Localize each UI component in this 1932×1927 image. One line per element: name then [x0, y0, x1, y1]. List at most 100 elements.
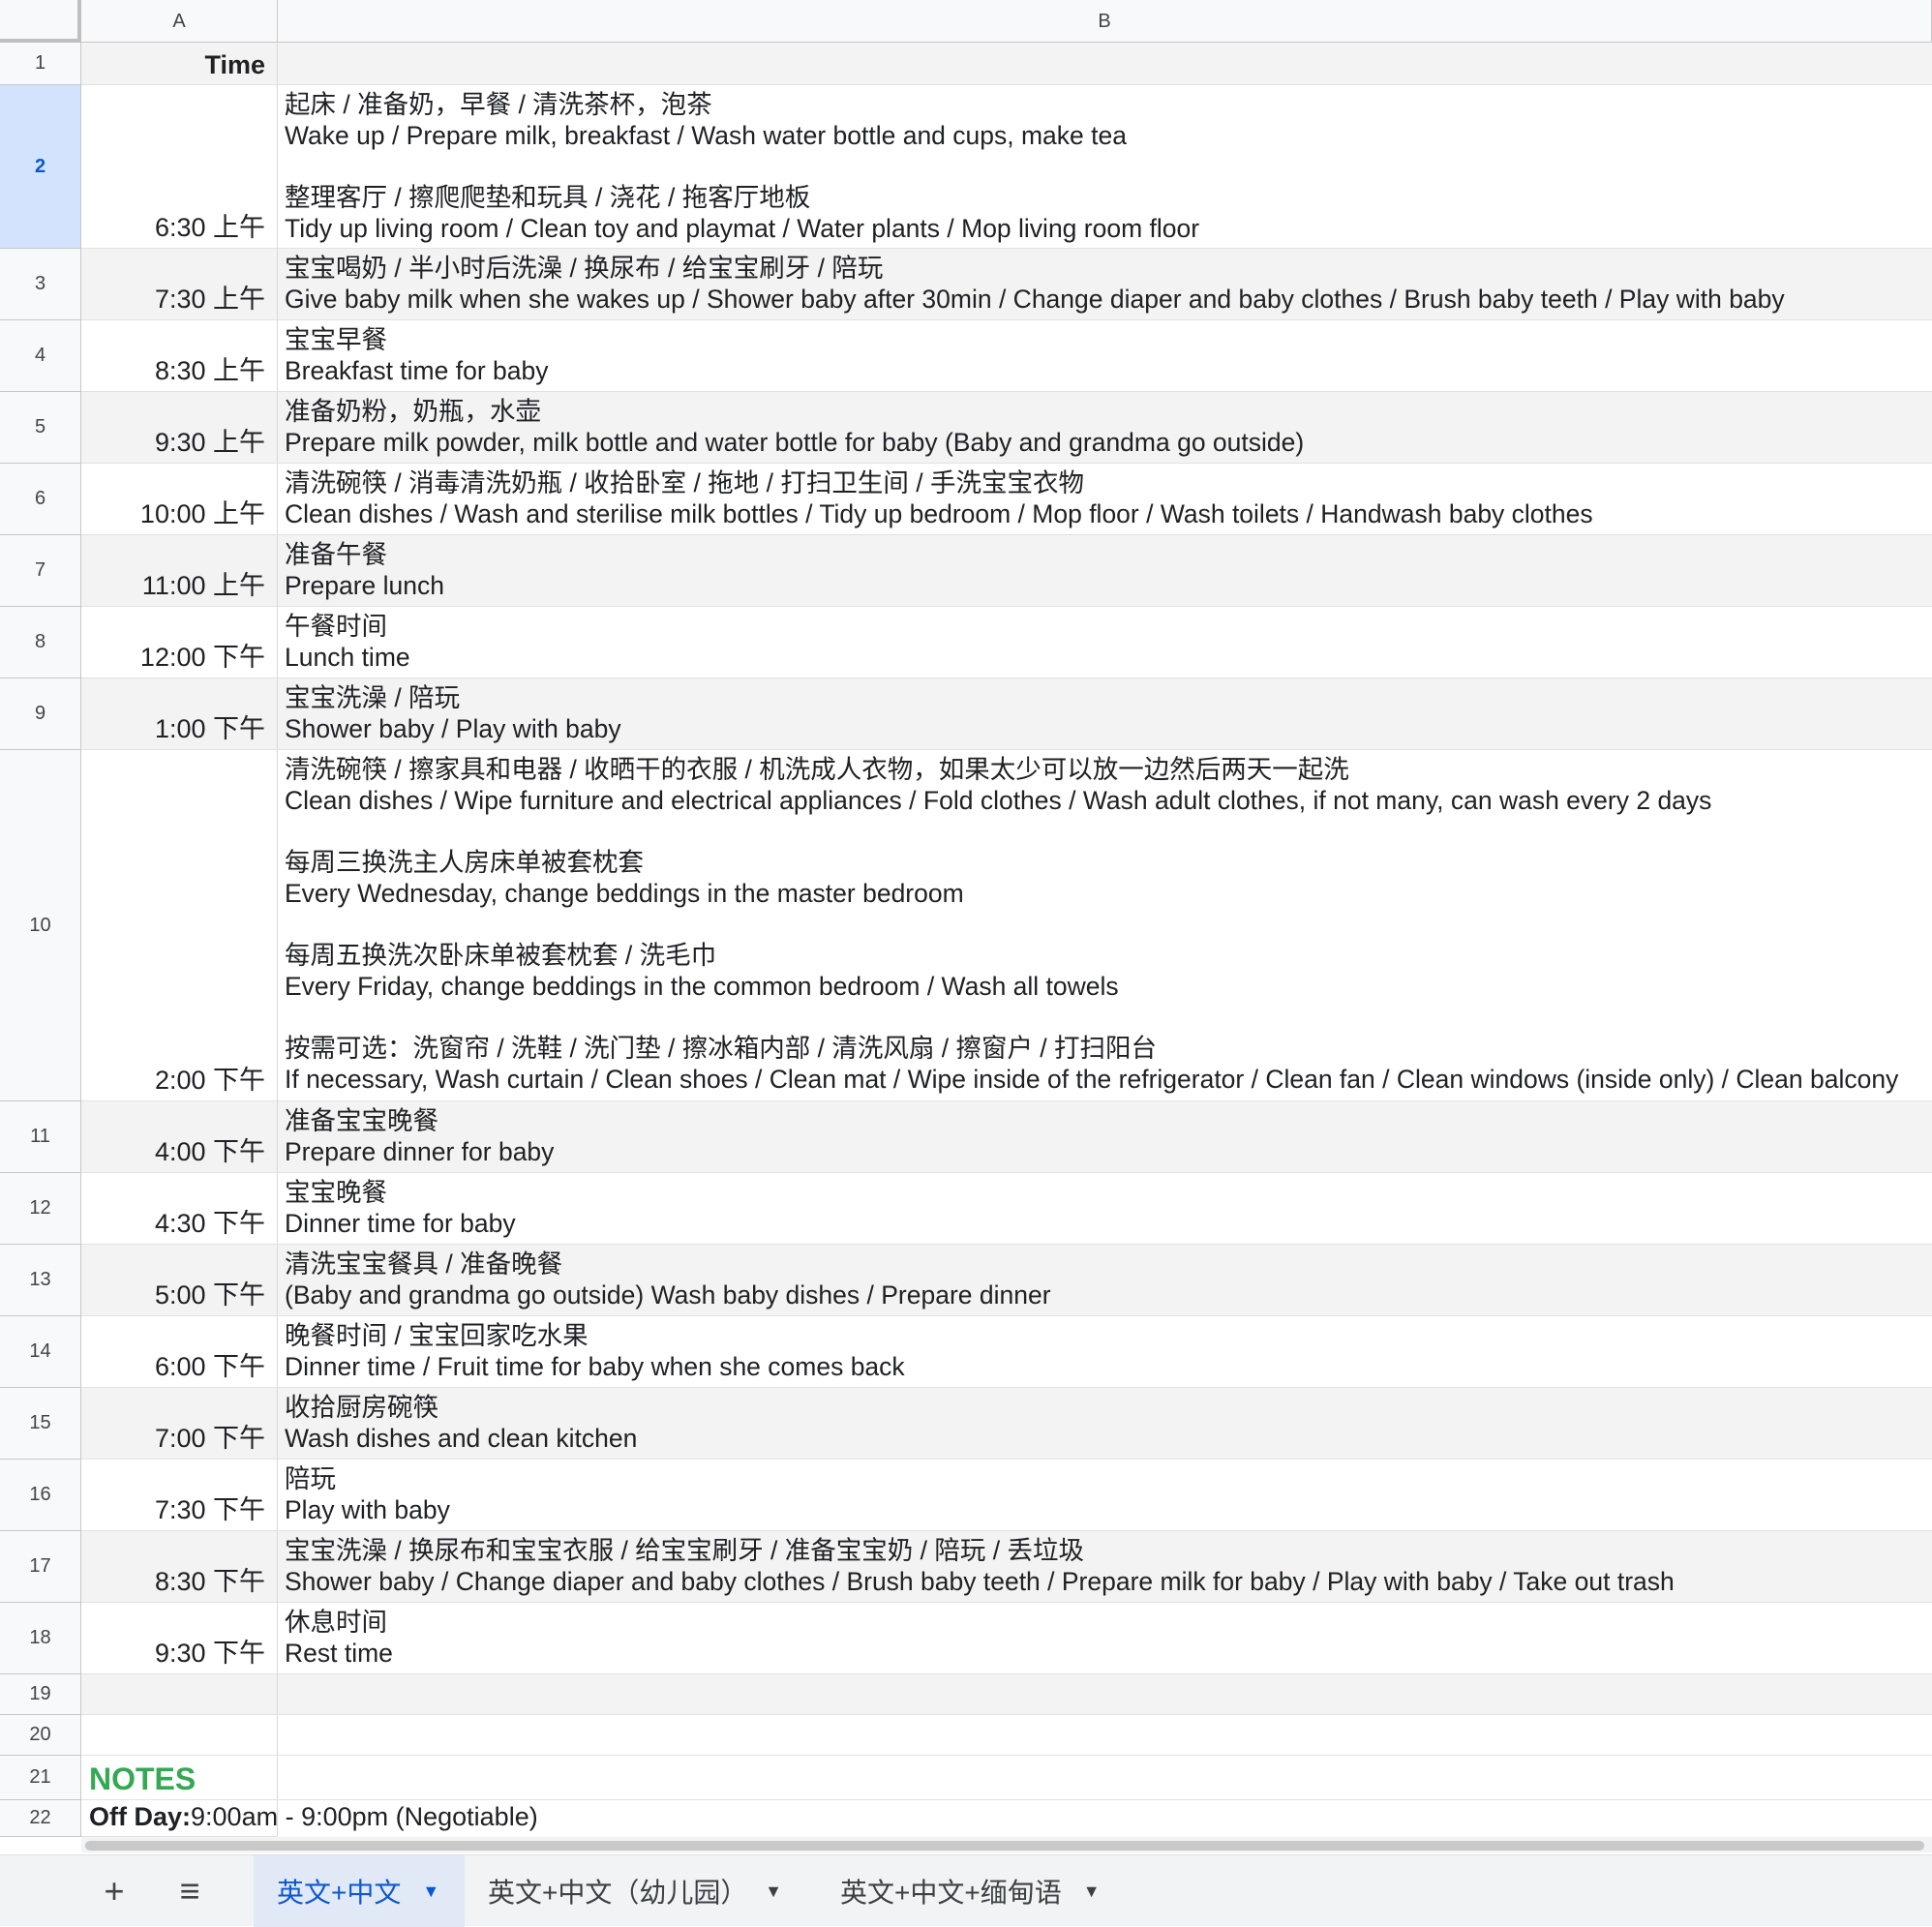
time-cell[interactable]: [81, 1715, 278, 1756]
task-cell[interactable]: 陪玩 Play with baby: [278, 1460, 1932, 1531]
row-header[interactable]: 15: [0, 1388, 81, 1460]
sheet-tab-1[interactable]: 英文+中文 ▼: [254, 1855, 465, 1927]
row-header[interactable]: 4: [0, 320, 81, 392]
row-header[interactable]: 19: [0, 1674, 81, 1715]
column-header-a[interactable]: A: [81, 0, 278, 43]
task-cell[interactable]: 清洗宝宝餐具 / 准备晚餐 (Baby and grandma go outsi…: [278, 1245, 1932, 1316]
task-cell[interactable]: 准备午餐 Prepare lunch: [278, 535, 1932, 607]
time-cell[interactable]: 4:00 下午: [81, 1101, 278, 1173]
column-header-b[interactable]: B: [278, 0, 1932, 43]
table-row: 2 6:30 上午 起床 / 准备奶，早餐 / 清洗茶杯，泡茶 Wake up / …: [0, 85, 1932, 249]
time-cell[interactable]: 8:30 上午: [81, 320, 278, 392]
row-header[interactable]: 17: [0, 1531, 81, 1603]
row-header[interactable]: 8: [0, 607, 81, 678]
notes-row: 21 NOTES: [0, 1756, 1932, 1800]
task-cell[interactable]: 宝宝洗澡 / 换尿布和宝宝衣服 / 给宝宝刷牙 / 准备宝宝奶 / 陪玩 / 丢…: [278, 1531, 1932, 1603]
task-cell[interactable]: [278, 1756, 1932, 1800]
task-cell[interactable]: 清洗碗筷 / 擦家具和电器 / 收晒干的衣服 / 机洗成人衣物，如果太少可以放一…: [278, 750, 1932, 1101]
table-row: 4 8:30 上午 宝宝早餐 Breakfast time for baby: [0, 320, 1932, 392]
time-cell[interactable]: 1:00 下午: [81, 678, 278, 750]
row-header[interactable]: 2: [0, 85, 81, 249]
time-cell[interactable]: [81, 1674, 278, 1715]
offday-label: Off Day:: [89, 1802, 192, 1831]
table-row: 3 7:30 上午 宝宝喝奶 / 半小时后洗澡 / 换尿布 / 给宝宝刷牙 / 陪玩…: [0, 249, 1932, 320]
task-cell[interactable]: 晚餐时间 / 宝宝回家吃水果 Dinner time / Fruit time …: [278, 1316, 1932, 1388]
row-header[interactable]: 20: [0, 1715, 81, 1756]
table-row: 20: [0, 1715, 1932, 1756]
add-sheet-button[interactable]: +: [83, 1855, 145, 1927]
time-cell[interactable]: 4:30 下午: [81, 1173, 278, 1245]
table-row: 8 12:00 下午 午餐时间 Lunch time: [0, 607, 1932, 678]
row-header[interactable]: 14: [0, 1316, 81, 1388]
offday-row: 22 Off Day: 9:00am - 9:00pm (Negotiable): [0, 1800, 1932, 1837]
row-header[interactable]: 3: [0, 249, 81, 320]
table-row: 16 7:30 下午 陪玩 Play with baby: [0, 1460, 1932, 1531]
row-header[interactable]: 21: [0, 1756, 81, 1800]
table-row: 13 5:00 下午 清洗宝宝餐具 / 准备晚餐 (Baby and grandma…: [0, 1245, 1932, 1316]
task-cell[interactable]: 准备奶粉，奶瓶，水壶 Prepare milk powder, milk bot…: [278, 392, 1932, 464]
table-row: 19: [0, 1674, 1932, 1715]
time-cell[interactable]: 6:00 下午: [81, 1316, 278, 1388]
row-header[interactable]: 9: [0, 678, 81, 750]
time-cell[interactable]: 9:30 下午: [81, 1603, 278, 1674]
time-cell[interactable]: 10:00 上午: [81, 464, 278, 535]
table-row: 10 2:00 下午 清洗碗筷 / 擦家具和电器 / 收晒干的衣服 / 机洗成人衣物…: [0, 750, 1932, 1101]
time-cell[interactable]: 7:00 下午: [81, 1388, 278, 1460]
time-cell[interactable]: 7:30 上午: [81, 249, 278, 320]
table-row: 7 11:00 上午 准备午餐 Prepare lunch: [0, 535, 1932, 607]
time-cell[interactable]: 2:00 下午: [81, 750, 278, 1101]
table-row: 6 10:00 上午 清洗碗筷 / 消毒清洗奶瓶 / 收拾卧室 / 拖地 / 打扫卫…: [0, 464, 1932, 535]
horizontal-scrollbar[interactable]: [81, 1837, 1932, 1852]
task-cell[interactable]: 清洗碗筷 / 消毒清洗奶瓶 / 收拾卧室 / 拖地 / 打扫卫生间 / 手洗宝宝…: [278, 464, 1932, 535]
task-cell[interactable]: 休息时间 Rest time: [278, 1603, 1932, 1674]
offday-cell[interactable]: Off Day: 9:00am - 9:00pm (Negotiable): [81, 1800, 538, 1837]
row-header[interactable]: 12: [0, 1173, 81, 1245]
table-row: 12 4:30 下午 宝宝晚餐 Dinner time for baby: [0, 1173, 1932, 1245]
row-header[interactable]: 7: [0, 535, 81, 607]
scrollbar-thumb[interactable]: [85, 1841, 1924, 1851]
task-cell[interactable]: 起床 / 准备奶，早餐 / 清洗茶杯，泡茶 Wake up / Prepare …: [278, 85, 1932, 249]
time-cell[interactable]: 5:00 下午: [81, 1245, 278, 1316]
sheet-list-icon: ≡: [179, 1871, 200, 1911]
task-cell[interactable]: 午餐时间 Lunch time: [278, 607, 1932, 678]
time-cell[interactable]: 12:00 下午: [81, 607, 278, 678]
row-header[interactable]: 22: [0, 1800, 81, 1837]
sheet-tab-2[interactable]: 英文+中文（幼儿园） ▼: [465, 1855, 805, 1927]
task-cell[interactable]: 准备宝宝晚餐 Prepare dinner for baby: [278, 1101, 1932, 1173]
time-cell[interactable]: 7:30 下午: [81, 1460, 278, 1531]
task-cell[interactable]: [278, 43, 1932, 85]
sheet-tab-3[interactable]: 英文+中文+缅甸语 ▼: [817, 1855, 1127, 1927]
table-row: 17 8:30 下午 宝宝洗澡 / 换尿布和宝宝衣服 / 给宝宝刷牙 / 准备宝宝奶…: [0, 1531, 1932, 1603]
table-row: 9 1:00 下午 宝宝洗澡 / 陪玩 Shower baby / Play wit…: [0, 678, 1932, 750]
task-cell[interactable]: 宝宝晚餐 Dinner time for baby: [278, 1173, 1932, 1245]
task-cell[interactable]: 宝宝洗澡 / 陪玩 Shower baby / Play with baby: [278, 678, 1932, 750]
task-cell[interactable]: 宝宝早餐 Breakfast time for baby: [278, 320, 1932, 392]
task-cell[interactable]: [278, 1715, 1932, 1756]
row-header[interactable]: 13: [0, 1245, 81, 1316]
table-row: 18 9:30 下午 休息时间 Rest time: [0, 1603, 1932, 1674]
chevron-down-icon[interactable]: ▼: [1083, 1882, 1101, 1902]
task-cell[interactable]: 宝宝喝奶 / 半小时后洗澡 / 换尿布 / 给宝宝刷牙 / 陪玩 Give ba…: [278, 249, 1932, 320]
time-cell[interactable]: 11:00 上午: [81, 535, 278, 607]
time-cell[interactable]: Time: [81, 43, 278, 85]
row-header[interactable]: 11: [0, 1101, 81, 1173]
all-sheets-button[interactable]: ≡: [159, 1855, 221, 1927]
select-all-corner[interactable]: [0, 0, 81, 43]
table-row: 1 Time: [0, 43, 1932, 85]
notes-heading[interactable]: NOTES: [81, 1756, 278, 1800]
row-header[interactable]: 18: [0, 1603, 81, 1674]
time-cell[interactable]: 6:30 上午: [81, 85, 278, 249]
row-header[interactable]: 1: [0, 43, 81, 85]
row-header[interactable]: 16: [0, 1460, 81, 1531]
row-header[interactable]: 10: [0, 750, 81, 1101]
row-header[interactable]: 6: [0, 464, 81, 535]
task-cell[interactable]: 收拾厨房碗筷 Wash dishes and clean kitchen: [278, 1388, 1932, 1460]
table-row: 5 9:30 上午 准备奶粉，奶瓶，水壶 Prepare milk powder, …: [0, 392, 1932, 464]
chevron-down-icon[interactable]: ▼: [422, 1882, 439, 1902]
sheet-tab-label: 英文+中文+缅甸语: [840, 1878, 1062, 1908]
row-header[interactable]: 5: [0, 392, 81, 464]
time-cell[interactable]: 8:30 下午: [81, 1531, 278, 1603]
time-cell[interactable]: 9:30 上午: [81, 392, 278, 464]
chevron-down-icon[interactable]: ▼: [765, 1882, 782, 1902]
task-cell[interactable]: [278, 1674, 1932, 1715]
